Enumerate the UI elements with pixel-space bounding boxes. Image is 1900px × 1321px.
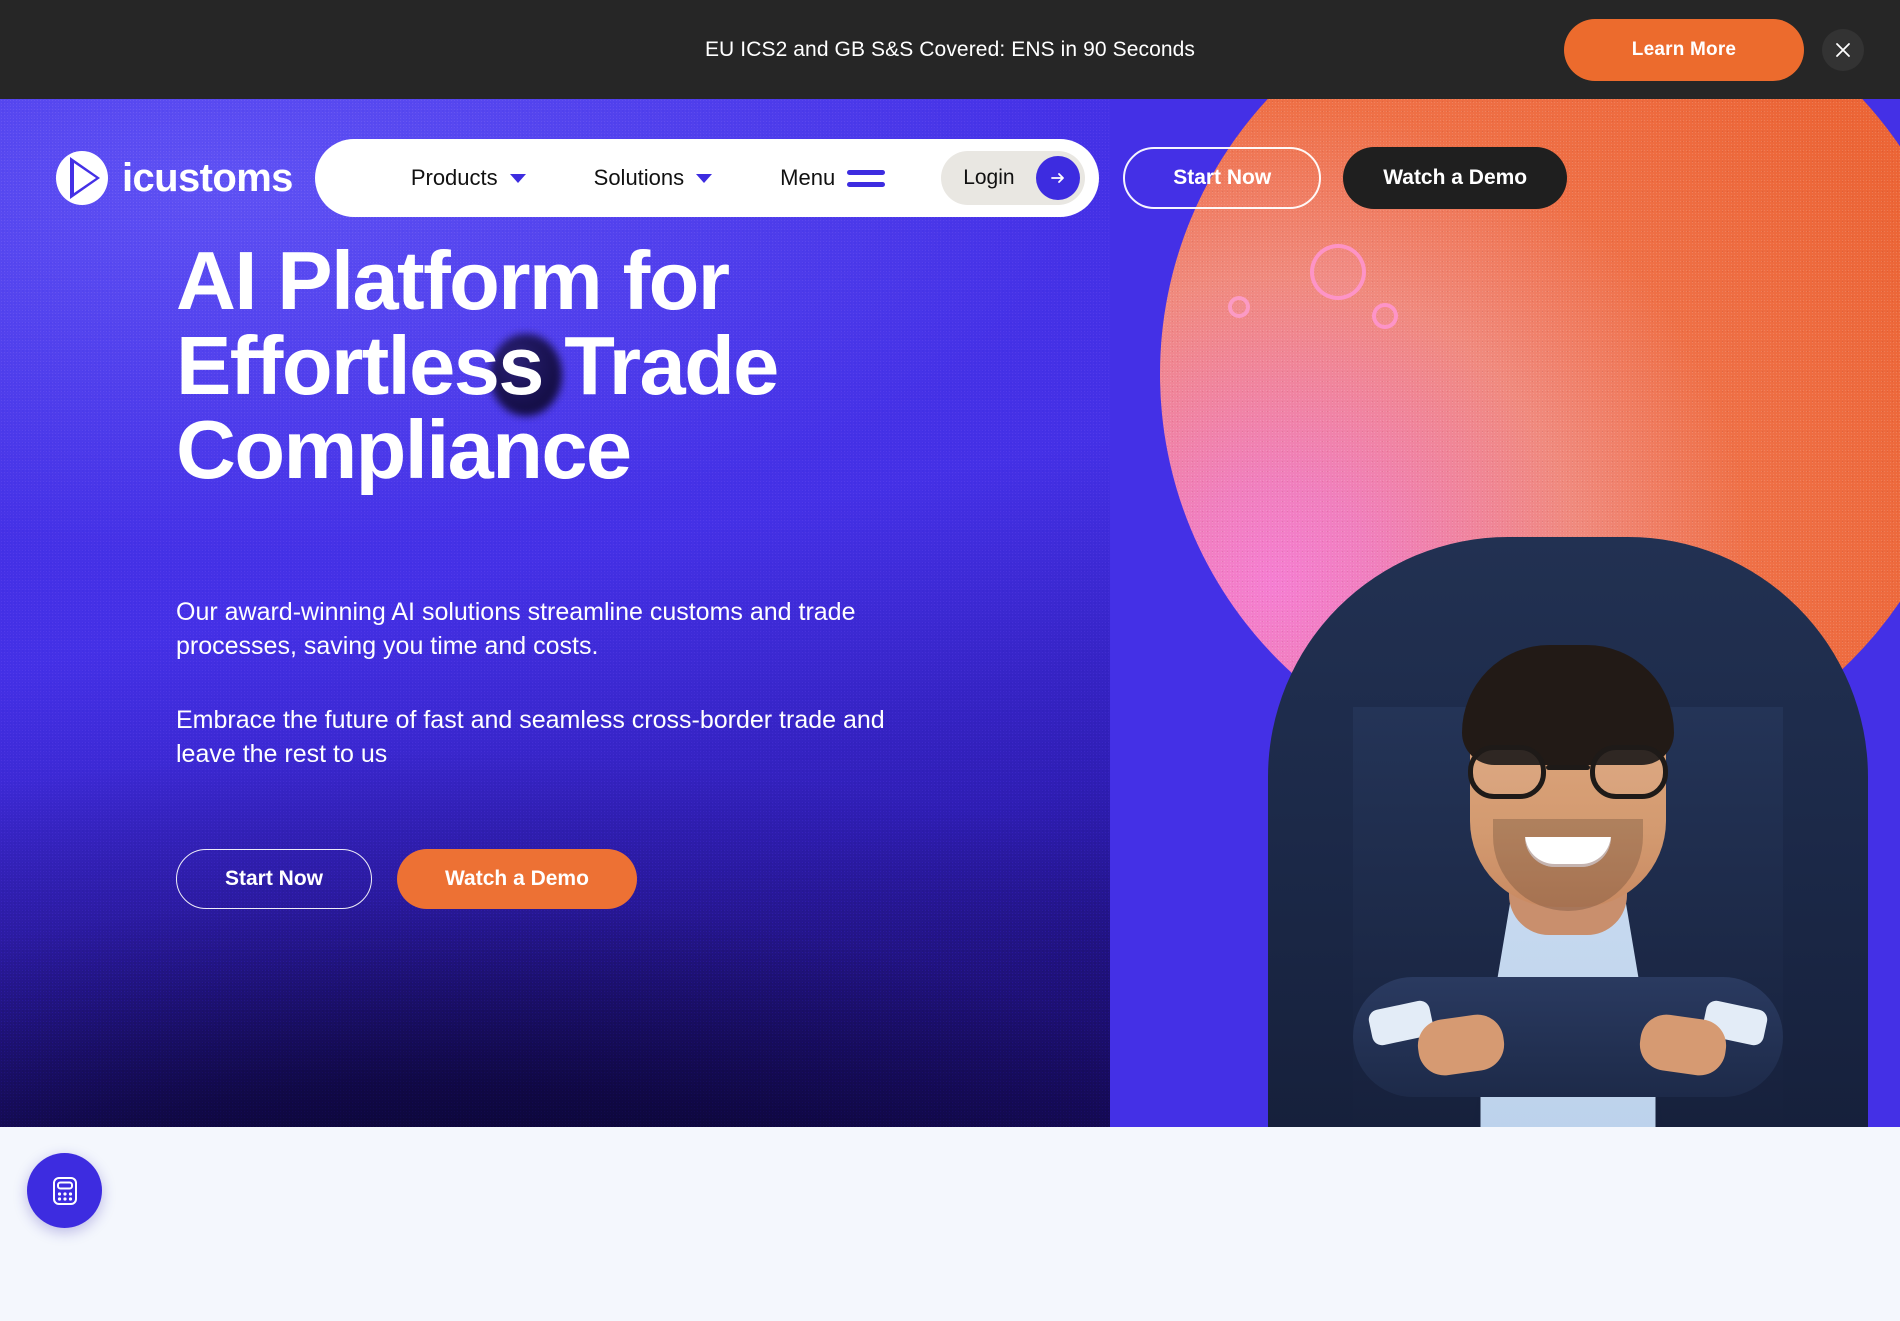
nav-start-now-button[interactable]: Start Now (1123, 147, 1322, 209)
calculator-widget-button[interactable] (27, 1153, 102, 1228)
nav-item-menu[interactable]: Menu (746, 165, 919, 191)
hero-title-line: Effortless Trade (176, 318, 779, 412)
hero-person-image (1110, 99, 1900, 1127)
logo[interactable]: icustoms (56, 151, 293, 205)
logo-text: icustoms (122, 155, 293, 200)
announcement-banner: EU ICS2 and GB S&S Covered: ENS in 90 Se… (0, 0, 1900, 99)
chevron-down-icon (696, 173, 713, 183)
hero-title-line: AI Platform for (176, 234, 730, 327)
hero-copy: AI Platform for Effortless Trade Complia… (176, 234, 936, 909)
banner-close-button[interactable] (1822, 28, 1864, 71)
banner-actions: Learn More (1564, 18, 1864, 81)
close-icon (1836, 42, 1850, 57)
page-content-below-hero (0, 1127, 1900, 1321)
banner-message: EU ICS2 and GB S&S Covered: ENS in 90 Se… (704, 37, 1196, 61)
hamburger-icon (847, 169, 886, 187)
hero-photo-panel (1110, 99, 1900, 1127)
nav-item-products[interactable]: Products (377, 165, 560, 191)
hero-paragraph-2: Embrace the future of fast and seamless … (176, 705, 885, 768)
hero-title-line: Compliance (176, 403, 632, 497)
hero-cta-group: Start Now Watch a Demo (176, 848, 936, 909)
nav-item-label: Menu (780, 165, 836, 190)
nav-pill: Products Solutions Menu Login (314, 139, 1100, 217)
hero-watch-demo-button[interactable]: Watch a Demo (397, 848, 637, 909)
learn-more-button[interactable]: Learn More (1564, 18, 1804, 81)
nav-item-solutions[interactable]: Solutions (560, 165, 747, 191)
hero-title: AI Platform for Effortless Trade Complia… (176, 234, 936, 497)
chevron-down-icon (509, 173, 526, 183)
nav-item-label: Products (410, 165, 498, 190)
calculator-icon (52, 1176, 77, 1205)
hero-section: icustoms Products Solutions Menu Login S… (0, 99, 1900, 1127)
icustoms-logo-mark (56, 151, 108, 205)
nav-actions: Start Now Watch a Demo (1123, 147, 1568, 209)
login-label: Login (963, 166, 1015, 189)
hero-start-now-button[interactable]: Start Now (176, 848, 373, 909)
hero-paragraph-1: Our award-winning AI solutions streamlin… (176, 597, 856, 660)
main-navigation: icustoms Products Solutions Menu Login S… (0, 139, 1900, 217)
nav-watch-demo-button[interactable]: Watch a Demo (1343, 147, 1568, 209)
arrow-right-icon (1036, 156, 1081, 200)
nav-item-label: Solutions (593, 165, 685, 190)
login-button[interactable]: Login (941, 151, 1086, 205)
